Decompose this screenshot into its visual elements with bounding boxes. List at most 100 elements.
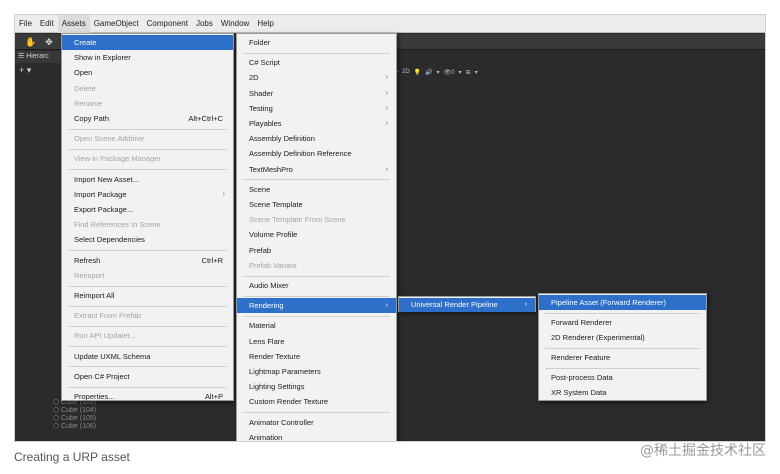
menubar-help[interactable]: Help — [253, 15, 277, 33]
hierarchy-item[interactable]: ⬡ Cube (104) — [53, 407, 96, 415]
menu-item-shader[interactable]: Shader › — [237, 86, 396, 101]
hierarchy-add-button[interactable]: + ▾ — [15, 63, 63, 77]
menu-item-label: Import New Asset... — [74, 174, 140, 184]
menu-item-rendering[interactable]: Rendering › — [237, 298, 396, 314]
scene-view-toolbar: ▾2D💡🔊▾👁0▾⊞▾ — [395, 65, 478, 79]
menu-item-open-c-project[interactable]: Open C# Project — [62, 369, 233, 384]
menu-item-label: C# Script — [249, 58, 280, 68]
menu-item-refresh[interactable]: Refresh Ctrl+R — [62, 253, 233, 268]
menu-item-folder[interactable]: Folder — [237, 35, 396, 50]
menu-item-update-uxml-schema[interactable]: Update UXML Schema — [62, 349, 233, 364]
menu-item-label: Lens Flare — [249, 336, 285, 346]
menu-item-2d[interactable]: 2D › — [237, 70, 396, 85]
create-submenu: Folder C# Script 2D › Shader › Testing › Playabl… — [236, 33, 397, 441]
menu-item-select-dependencies[interactable]: Select Dependencies — [62, 232, 233, 247]
hierarchy-item[interactable]: ⬡ Cube (105) — [53, 415, 96, 423]
scene-tool-6[interactable]: ▾ — [459, 69, 462, 76]
menu-item-prefab[interactable]: Prefab — [237, 243, 396, 258]
menu-item-lighting-settings[interactable]: Lighting Settings — [237, 379, 396, 394]
menu-separator — [68, 148, 227, 150]
menu-item-render-texture[interactable]: Render Texture — [237, 349, 396, 364]
menu-item-label: View in Package Manager — [74, 154, 161, 164]
urp-submenu: Pipeline Asset (Forward Renderer) Forward… — [538, 293, 707, 401]
menubar-gameobject[interactable]: GameObject — [90, 15, 143, 33]
menu-item-assembly-definition-reference[interactable]: Assembly Definition Reference — [237, 146, 396, 161]
menu-item-label: Prefab Variant — [249, 260, 297, 270]
menu-item-label: TextMeshPro — [249, 164, 293, 174]
menu-item-label: Rendering — [249, 301, 284, 311]
menu-item-label: Playables — [249, 119, 282, 128]
menu-item-import-new-asset[interactable]: Import New Asset... — [62, 172, 233, 187]
menu-item-universal-render-pipeline[interactable]: Universal Render Pipeline › — [399, 298, 535, 312]
menu-item-scene[interactable]: Scene — [237, 182, 396, 197]
menubar-window[interactable]: Window — [217, 15, 253, 33]
menu-item-material[interactable]: Material — [237, 318, 396, 333]
menu-separator — [68, 346, 227, 348]
menu-item-post-process-data[interactable]: Post-process Data — [539, 370, 706, 385]
hierarchy-tab[interactable]: ☰ Hierarc — [15, 51, 63, 63]
menu-item-open-scene-additive: Open Scene Additive — [62, 131, 233, 146]
hand-tool-icon[interactable]: ✋ — [23, 36, 39, 48]
menubar-edit[interactable]: Edit — [36, 15, 58, 33]
menu-item-create[interactable]: Create — [62, 35, 233, 51]
chevron-right-icon: › — [222, 190, 225, 198]
hierarchy-item[interactable]: ⬡ Cube (106) — [53, 423, 96, 431]
move-tool-icon[interactable]: ✥ — [41, 36, 57, 48]
menu-item-animation[interactable]: Animation — [237, 430, 396, 441]
menu-item-lightmap-parameters[interactable]: Lightmap Parameters — [237, 364, 396, 379]
menu-separator — [68, 250, 227, 252]
menu-item-audio-mixer[interactable]: Audio Mixer — [237, 278, 396, 293]
menu-item-properties[interactable]: Properties... Alt+P — [62, 389, 233, 404]
menu-item-xr-system-data[interactable]: XR System Data — [539, 385, 706, 400]
menubar-component[interactable]: Component — [143, 15, 192, 33]
menu-item-label: Pipeline Asset (Forward Renderer) — [551, 298, 667, 307]
menu-item-volume-profile[interactable]: Volume Profile — [237, 227, 396, 242]
scene-tool-8[interactable]: ▾ — [475, 69, 478, 76]
scene-tool-5[interactable]: 👁0 — [444, 69, 455, 76]
chevron-right-icon: › — [385, 89, 388, 97]
menubar-file[interactable]: File — [15, 15, 36, 33]
chevron-right-icon: › — [524, 301, 527, 308]
rendering-submenu: Universal Render Pipeline › — [398, 296, 536, 312]
menu-item-custom-render-texture[interactable]: Custom Render Texture — [237, 394, 396, 409]
scene-tool-3[interactable]: 🔊 — [425, 69, 432, 76]
menu-item-lens-flare[interactable]: Lens Flare — [237, 334, 396, 349]
menu-separator — [545, 367, 700, 369]
menu-item-import-package[interactable]: Import Package › — [62, 187, 233, 202]
menu-item-label: Prefab — [249, 245, 272, 255]
menu-item-playables[interactable]: Playables › — [237, 116, 396, 131]
menu-separator — [68, 305, 227, 307]
menu-separator — [68, 285, 227, 287]
menu-item-prefab-variant: Prefab Variant — [237, 258, 396, 273]
scene-tool-7[interactable]: ⊞ — [466, 69, 471, 76]
menu-item-label: Universal Render Pipeline — [411, 300, 498, 309]
menu-item-animator-controller[interactable]: Animator Controller — [237, 415, 396, 430]
menubar-jobs[interactable]: Jobs — [192, 15, 217, 33]
menu-item-label: Run API Updater... — [74, 331, 137, 341]
menu-item-forward-renderer[interactable]: Forward Renderer — [539, 315, 706, 330]
menu-item-c-script[interactable]: C# Script — [237, 55, 396, 70]
menu-item-label: Testing — [249, 103, 273, 113]
scene-tool-2[interactable]: 💡 — [414, 69, 421, 76]
menu-item-extract-from-prefab: Extract From Prefab — [62, 308, 233, 323]
menu-item-copy-path[interactable]: Copy Path Alt+Ctrl+C — [62, 111, 233, 126]
menu-item-scene-template[interactable]: Scene Template — [237, 197, 396, 212]
menu-item-view-in-package-manager: View in Package Manager — [62, 151, 233, 166]
menu-item-pipeline-asset-forward-renderer[interactable]: Pipeline Asset (Forward Renderer) — [539, 295, 706, 310]
menubar-assets[interactable]: Assets — [57, 15, 90, 33]
menu-separator — [545, 347, 700, 349]
menu-item-reimport-all[interactable]: Reimport All — [62, 288, 233, 303]
menu-item-show-in-explorer[interactable]: Show in Explorer — [62, 50, 233, 65]
menu-item-renderer-feature[interactable]: Renderer Feature — [539, 350, 706, 365]
menu-item-export-package[interactable]: Export Package... — [62, 202, 233, 217]
menu-item-textmeshpro[interactable]: TextMeshPro › — [237, 162, 396, 177]
scene-tool-1[interactable]: 2D — [402, 69, 410, 75]
menu-item-testing[interactable]: Testing › — [237, 101, 396, 116]
menu-item-assembly-definition[interactable]: Assembly Definition — [237, 131, 396, 146]
scene-tool-4[interactable]: ▾ — [437, 69, 440, 76]
menu-separator — [68, 366, 227, 368]
menu-separator — [68, 386, 227, 388]
menu-item-2d-renderer-experimental[interactable]: 2D Renderer (Experimental) — [539, 330, 706, 345]
menu-item-open[interactable]: Open — [62, 65, 233, 80]
menu-item-label: Show in Explorer — [74, 53, 131, 63]
